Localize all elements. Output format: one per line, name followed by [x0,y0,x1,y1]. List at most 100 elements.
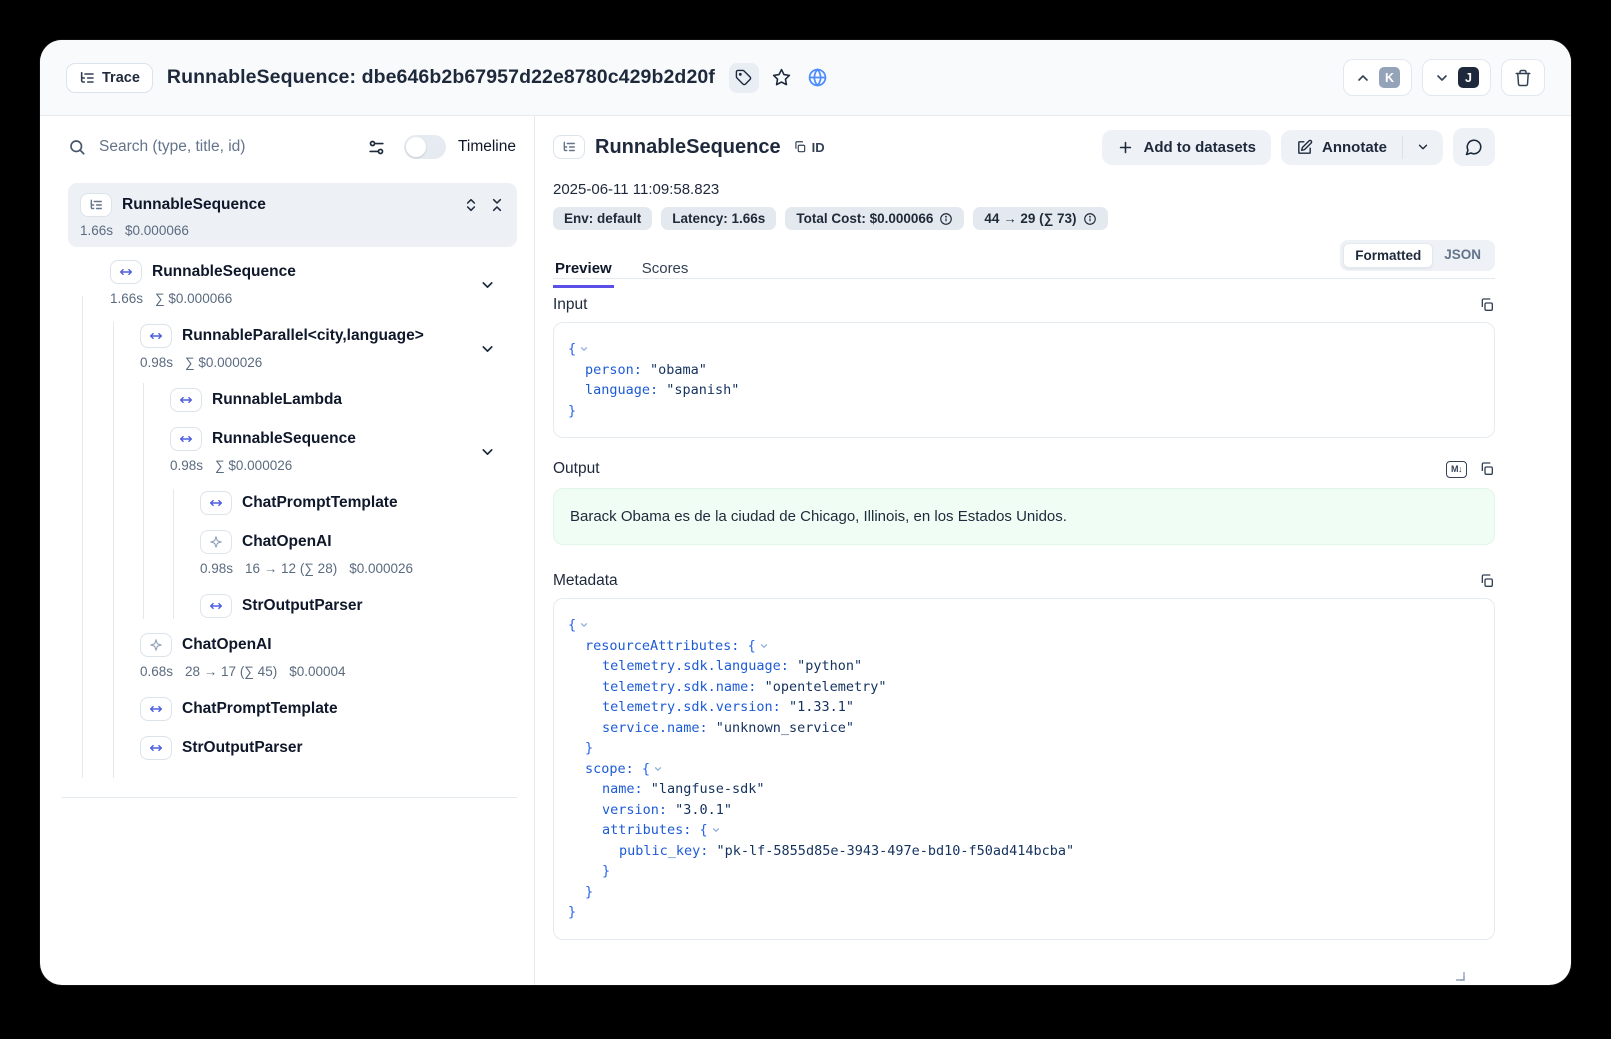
collapse-node-icon[interactable] [479,276,496,293]
tree-node-label: ChatOpenAI [182,636,272,654]
tree-node-label: RunnableSequence [152,263,296,281]
collapse-json-icon[interactable] [653,764,663,774]
shortcut-key-k: K [1379,67,1400,88]
copy-icon[interactable] [1479,461,1495,477]
tree-node-label: ChatOpenAI [242,533,332,551]
collapse-json-icon[interactable] [711,825,721,835]
tree-indent-guide [113,322,114,778]
bookmark-star-icon[interactable] [767,63,797,93]
prev-trace-button[interactable]: K [1343,59,1412,96]
code-line: attributes: { [568,820,1480,841]
metadata-section-title: Metadata [553,572,618,590]
annotate-label: Annotate [1322,139,1387,156]
code-line: telemetry.sdk.version: "1.33.1" [568,697,1480,718]
span-arrows-icon [200,491,232,515]
trace-type-badge: Trace [66,63,153,93]
collapse-all-icon[interactable] [489,197,505,213]
tree-node-chatprompttemplate[interactable]: ChatPromptTemplate [40,489,534,517]
trace-badge-label: Trace [102,70,140,86]
tree-node-metrics: 1.66s∑ $0.000066 [110,286,534,311]
code-line: public_key: "pk-lf-5855d85e-3943-497e-bd… [568,841,1480,862]
comments-button[interactable] [1453,128,1495,166]
info-icon[interactable] [1083,212,1097,226]
code-line: resourceAttributes: { [568,636,1480,657]
code-line: language: "spanish" [568,380,1480,401]
resize-handle-icon[interactable] [1455,971,1465,981]
input-json-viewer[interactable]: {person: "obama"language: "spanish"} [553,322,1495,438]
span-arrows-icon [110,260,142,284]
code-line: scope: { [568,759,1480,780]
tab-scores[interactable]: Scores [640,254,691,287]
list-tree-icon [80,193,112,217]
span-arrows-icon [170,427,202,451]
public-globe-icon[interactable] [803,63,833,93]
code-line: { [568,339,1480,360]
trace-title: RunnableSequence: dbe646b2b67957d22e8780… [167,66,715,89]
collapse-json-icon[interactable] [579,620,589,630]
tree-node-stroutputparser[interactable]: StrOutputParser [40,734,534,762]
tree-node-runnablesequence[interactable]: RunnableSequence 1.66s∑ $0.000066 [40,258,534,311]
delete-trace-button[interactable] [1501,59,1545,96]
output-text: Barack Obama es de la ciudad de Chicago,… [553,488,1495,545]
tree-indent-guide [173,489,174,619]
tree-node-label: StrOutputParser [242,597,363,615]
trash-icon [1514,69,1532,87]
expand-all-icon[interactable] [463,197,479,213]
detail-title: RunnableSequence [595,136,781,159]
span-arrows-icon [140,324,172,348]
metric-badge: 44 → 29 (∑ 73) [973,207,1107,230]
tag-icon[interactable] [729,63,759,93]
metric-badge: Latency: 1.66s [661,207,776,230]
metadata-json-viewer[interactable]: {resourceAttributes: {telemetry.sdk.lang… [553,598,1495,940]
list-tree-icon [79,70,95,86]
root-trace-metrics: 1.66s$0.000066 [80,223,505,238]
collapse-json-icon[interactable] [759,641,769,651]
code-line: } [568,401,1480,422]
tab-preview[interactable]: Preview [553,254,614,287]
input-section-title: Input [553,296,587,314]
tree-node-stroutputparser[interactable]: StrOutputParser [40,592,534,620]
annotate-dropdown-button[interactable] [1403,130,1443,165]
id-label: ID [812,140,825,155]
copy-id-button[interactable]: ID [793,140,825,155]
root-trace-item[interactable]: RunnableSequence 1.66s$0.000066 [68,183,517,247]
tree-indent-guide [82,296,83,778]
info-icon[interactable] [939,212,953,226]
tree-node-runnableparallel-city-language-[interactable]: RunnableParallel<city,language>0.98s∑ $0… [40,322,534,375]
code-line: telemetry.sdk.name: "opentelemetry" [568,677,1480,698]
tree-node-chatprompttemplate[interactable]: ChatPromptTemplate [40,695,534,723]
tree-node-chatopenai[interactable]: ChatOpenAI 0.68s28 → 17 (∑ 45)$0.00004 [40,631,534,684]
annotate-button-group: Annotate [1281,130,1443,165]
format-option-json[interactable]: JSON [1433,243,1492,268]
code-line: } [568,882,1480,903]
code-line: { [568,615,1480,636]
tree-node-runnablesequence[interactable]: RunnableSequence0.98s∑ $0.000026 [40,425,534,478]
span-arrows-icon [170,388,202,412]
annotate-button[interactable]: Annotate [1281,130,1402,165]
span-arrows-icon [200,594,232,618]
observation-detail-panel: RunnableSequence ID Add to datasets Anno… [535,116,1571,985]
code-line: telemetry.sdk.language: "python" [568,656,1480,677]
tree-node-metrics: 0.68s28 → 17 (∑ 45)$0.00004 [140,659,534,684]
tree-node-chatopenai[interactable]: ChatOpenAI0.98s16 → 12 (∑ 28)$0.000026 [40,528,534,581]
search-placeholder: Search (type, title, id) [99,138,245,156]
tree-node-label: RunnableLambda [212,391,342,409]
span-arrows-icon [140,697,172,721]
format-option-formatted[interactable]: Formatted [1343,243,1433,268]
trace-header: Trace RunnableSequence: dbe646b2b67957d2… [40,40,1571,116]
tree-node-runnablelambda[interactable]: RunnableLambda [40,386,534,414]
copy-icon[interactable] [1479,297,1495,313]
generation-sparkle-icon [140,633,172,657]
add-to-datasets-button[interactable]: Add to datasets [1102,130,1271,165]
format-toggle: FormattedJSON [1340,240,1495,271]
markdown-toggle-icon[interactable]: M↓ [1446,461,1467,478]
collapse-node-icon[interactable] [479,340,496,357]
collapse-node-icon[interactable] [479,443,496,460]
next-trace-button[interactable]: J [1422,59,1491,96]
copy-icon[interactable] [1479,573,1495,589]
view-settings-icon[interactable] [367,138,386,157]
collapse-json-icon[interactable] [579,344,589,354]
search-input[interactable]: Search (type, title, id) [68,138,357,156]
timeline-toggle[interactable] [404,135,446,159]
code-line: name: "langfuse-sdk" [568,779,1480,800]
